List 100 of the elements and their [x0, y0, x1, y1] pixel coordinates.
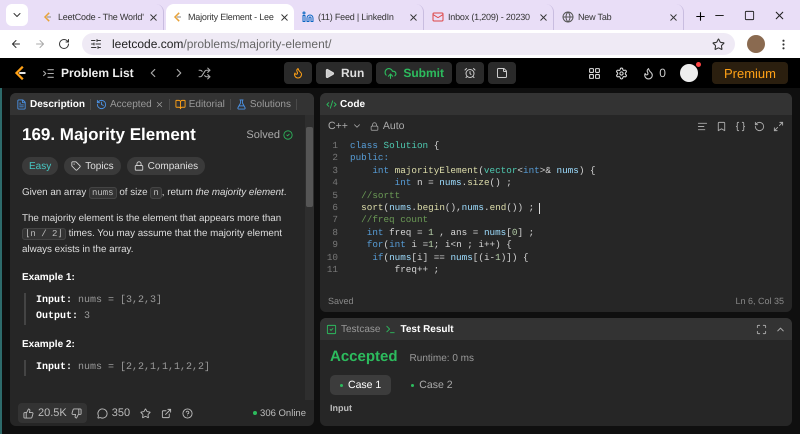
- user-avatar[interactable]: [680, 64, 698, 82]
- reset-icon[interactable]: [754, 120, 765, 132]
- thumbs-up-icon: [23, 408, 34, 418]
- code-line: sort(nums.begin(),nums.end()) ;: [348, 202, 540, 214]
- fullscreen-icon[interactable]: [756, 324, 767, 334]
- site-settings-icon[interactable]: [90, 38, 102, 50]
- line-number: 2: [331, 152, 339, 165]
- line-number: 9: [331, 239, 339, 252]
- bookmark-icon[interactable]: [716, 120, 727, 132]
- line-number: 6: [331, 202, 339, 214]
- code-line: public:: [349, 152, 390, 165]
- premium-button[interactable]: Premium: [712, 62, 788, 84]
- comment-icon[interactable]: [96, 408, 108, 418]
- scrollbar[interactable]: [305, 115, 314, 400]
- play-icon: [324, 68, 335, 78]
- back-icon[interactable]: [10, 38, 22, 50]
- url-path: /problems/majority-element/: [183, 37, 332, 51]
- code-line: if(nums[i] == nums[(i-1)]) {: [371, 252, 529, 264]
- new-tab-icon[interactable]: [694, 10, 707, 23]
- line-number: 3: [331, 164, 339, 178]
- tag-pill[interactable]: Companies: [126, 157, 206, 175]
- online-dot-icon: [253, 411, 258, 415]
- expand-icon[interactable]: [773, 120, 784, 132]
- case-tab[interactable]: Case 2: [401, 375, 463, 395]
- save-status: Saved: [328, 296, 354, 306]
- runtime-label: Runtime: 0 ms: [410, 353, 474, 364]
- code-line: int n = nums.size() ;: [394, 177, 512, 190]
- example-label: Input:: [36, 294, 72, 306]
- problem-paragraph: Given an array nums of size n , return the majority element.: [22, 186, 288, 201]
- case-tab[interactable]: Case 1: [330, 375, 392, 395]
- tag-pill[interactable]: Easy: [22, 157, 58, 175]
- language-select[interactable]: C++: [328, 120, 362, 132]
- debug-button[interactable]: [284, 62, 312, 84]
- maximize-icon[interactable]: [744, 10, 755, 20]
- cursor-position: Ln 6, Col 35: [735, 296, 784, 306]
- problem-paragraph: The majority element is the element that appears more than ⌊n / 2⌋ times. You may assume that the majority element always exists in the array.: [22, 212, 284, 258]
- problem-title: 169. Majority Element: [22, 125, 196, 145]
- cloud-upload-icon: [384, 66, 398, 80]
- close-icon[interactable]: [408, 12, 419, 22]
- panel-tab[interactable]: Description: [16, 98, 92, 110]
- book-icon: [174, 98, 186, 110]
- example-label: Output:: [36, 310, 78, 322]
- close-icon[interactable]: [668, 12, 679, 22]
- braces-icon[interactable]: [735, 120, 746, 132]
- example-heading: Example 2:: [22, 338, 76, 350]
- example-value: nums = [3,2,3]: [78, 294, 162, 306]
- format-icon[interactable]: [697, 120, 708, 132]
- close-icon[interactable]: [773, 8, 786, 22]
- problem-list-link[interactable]: Problem List: [42, 66, 134, 80]
- alarm-clock-icon: [464, 67, 476, 79]
- submit-button[interactable]: Submit: [376, 62, 452, 84]
- reload-icon[interactable]: [58, 38, 70, 50]
- history-icon: [96, 98, 108, 110]
- tab-title: Inbox (1,209) - 20230: [448, 12, 531, 22]
- url-domain: leetcode.com: [112, 37, 184, 51]
- like-button[interactable]: 20.5K: [18, 403, 87, 423]
- bookmark-star-icon[interactable]: [712, 38, 725, 50]
- code-line: int majorityElement(vector<int>& nums) {: [371, 164, 596, 178]
- verdict-label: Accepted: [330, 348, 398, 365]
- settings-icon[interactable]: [615, 66, 628, 80]
- notes-button[interactable]: [488, 62, 516, 84]
- tag-pill[interactable]: Topics: [64, 157, 121, 175]
- tab-title: New Tab: [578, 12, 612, 22]
- tab-search-button[interactable]: [6, 4, 28, 26]
- streak-count: 0: [659, 66, 666, 80]
- code-line: //sortt: [360, 190, 400, 202]
- leetcode-logo-icon: [172, 11, 184, 23]
- profile-avatar[interactable]: [747, 35, 765, 53]
- example-value: 3: [84, 310, 90, 322]
- code-line: int freq = 1 , ans = nums[0] ;: [366, 226, 534, 240]
- close-icon[interactable]: [538, 12, 549, 22]
- code-panel-title: Code: [326, 98, 365, 110]
- help-icon[interactable]: [182, 408, 194, 418]
- timer-button[interactable]: [456, 62, 484, 84]
- linkedin-logo-icon: [302, 11, 314, 23]
- code-line: freq++ ;: [394, 264, 440, 276]
- terminal-icon: [385, 324, 396, 334]
- address-bar[interactable]: leetcode.com/problems/majority-element/: [82, 33, 735, 55]
- tag-icon: [71, 161, 82, 171]
- panel-tab[interactable]: Solutions: [236, 98, 297, 110]
- star-icon[interactable]: [140, 408, 152, 418]
- notification-dot-icon: [696, 62, 701, 67]
- panel-tab[interactable]: Editorial: [174, 98, 231, 110]
- close-icon[interactable]: [279, 12, 290, 22]
- online-count: 306 Online: [260, 408, 306, 418]
- grid-icon[interactable]: [588, 66, 602, 80]
- lock-icon: [370, 122, 379, 130]
- thumbs-down-icon[interactable]: [70, 408, 82, 418]
- panel-tab[interactable]: Accepted: [96, 98, 170, 110]
- run-button[interactable]: Run: [316, 62, 372, 84]
- browser-tab[interactable]: Majority Element - Lee: [166, 4, 294, 30]
- console-tab[interactable]: Testcase: [326, 324, 380, 334]
- share-icon[interactable]: [161, 408, 172, 418]
- shuffle-icon[interactable]: [198, 66, 211, 80]
- example-label: Input:: [36, 362, 72, 373]
- console-tab[interactable]: Test Result: [385, 324, 454, 334]
- line-number: 4: [331, 177, 339, 190]
- close-icon[interactable]: [148, 12, 159, 22]
- code-line: class Solution {: [349, 140, 440, 152]
- note-icon: [496, 67, 508, 79]
